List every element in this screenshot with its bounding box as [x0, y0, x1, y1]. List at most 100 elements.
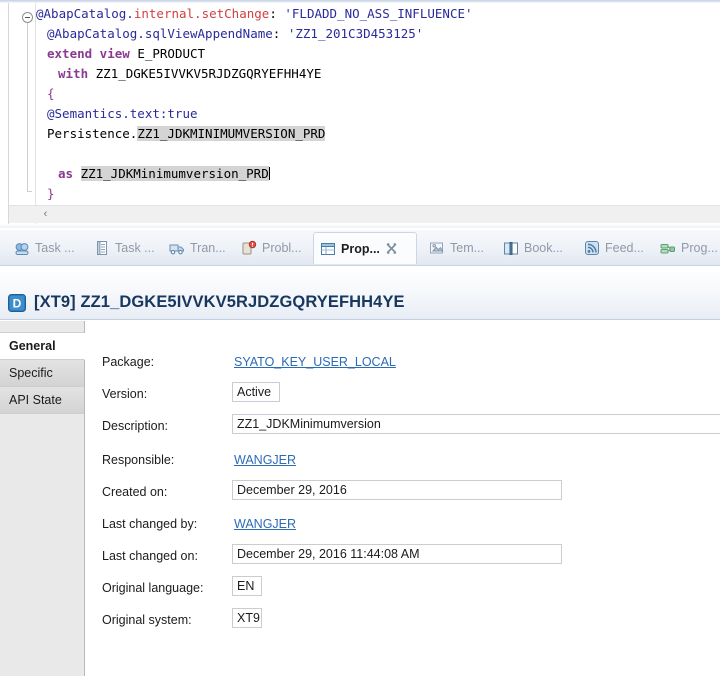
- field-input-value[interactable]: Active: [232, 382, 281, 402]
- code-text[interactable]: @AbapCatalog.internal.setChange: 'FLDADD…: [36, 4, 720, 201]
- form-row: Description: ZZ1_JDKMinimumversion: [85, 413, 720, 443]
- side-tab-label: General: [9, 339, 56, 353]
- fold-collapse-icon[interactable]: [22, 12, 33, 23]
- view-tab-book[interactable]: Book...: [497, 232, 575, 264]
- code-line[interactable]: @AbapCatalog.sqlViewAppendName: 'ZZ1_201…: [36, 24, 720, 44]
- view-tab-label: Probl...: [262, 241, 302, 255]
- task-list-icon: [97, 241, 107, 255]
- properties-table-icon: [321, 242, 335, 255]
- field-input-value[interactable]: December 29, 2016 11:44:08 AM: [232, 544, 562, 564]
- editor-bottom-shadow: [0, 224, 720, 228]
- editor-horizontal-scrollbar[interactable]: ‹: [9, 205, 720, 223]
- side-tab-api-state[interactable]: API State: [0, 387, 84, 414]
- code-token: Persistence.: [47, 126, 138, 141]
- view-tab-tran[interactable]: Tran...: [163, 232, 233, 264]
- field-label-version: Version:: [102, 387, 148, 401]
- fold-range-line: [27, 23, 32, 192]
- templates-icon: [430, 242, 444, 254]
- code-line[interactable]: }: [36, 184, 720, 204]
- side-tab-label: API State: [9, 393, 62, 407]
- form-row: Package: SYATO_KEY_USER_LOCAL: [85, 349, 720, 379]
- side-tab-general[interactable]: General: [0, 333, 85, 360]
- code-token: 'FLDADD_NO_ASS_INFLUENCE': [284, 6, 473, 21]
- code-token: with: [58, 66, 96, 81]
- code-token: :: [269, 6, 285, 21]
- close-icon[interactable]: [385, 242, 398, 255]
- properties-title: [XT9] ZZ1_DGKE5IVVKV5RJDZGQRYEFHH4YE: [34, 293, 405, 312]
- progress-icon: [660, 244, 675, 254]
- field-link-value[interactable]: WANGJER: [234, 517, 296, 531]
- scrollbar-thumb[interactable]: [54, 207, 714, 222]
- form-row: Last changed by: WANGJER: [85, 511, 720, 541]
- view-tab-probl[interactable]: Probl...: [235, 232, 311, 264]
- view-tab-prog[interactable]: Prog...: [654, 232, 720, 264]
- feed-rss-icon: [585, 241, 599, 255]
- code-token: ZZ1_JDKMinimumversion_PRD: [80, 166, 269, 181]
- scroll-left-arrow-icon[interactable]: ‹: [37, 206, 54, 223]
- code-line[interactable]: @Semantics.text:true: [36, 104, 720, 124]
- code-token: ZZ1_JDKMINIMUMVERSION_PRD: [137, 126, 326, 141]
- code-token: @AbapCatalog.: [36, 6, 134, 21]
- code-token: :: [272, 26, 288, 41]
- problems-warning-icon: [242, 240, 257, 255]
- field-link-value[interactable]: WANGJER: [234, 453, 296, 467]
- code-token: {: [47, 86, 55, 101]
- properties-view: D [XT9] ZZ1_DGKE5IVVKV5RJDZGQRYEFHH4YE G…: [0, 266, 720, 676]
- properties-title-system: [XT9]: [34, 293, 76, 311]
- svg-text:D: D: [13, 297, 22, 311]
- field-label-created-on: Created on:: [102, 485, 168, 499]
- view-tab-label: Tem...: [450, 241, 485, 255]
- properties-title-object: ZZ1_DGKE5IVVKV5RJDZGQRYEFHH4YE: [80, 293, 405, 311]
- field-input-value[interactable]: XT9: [232, 608, 262, 628]
- field-label-package: Package:: [102, 355, 155, 369]
- properties-form: Package: SYATO_KEY_USER_LOCAL Version: Acti…: [85, 321, 720, 676]
- view-tab-label: Book...: [524, 241, 563, 255]
- properties-header: D [XT9] ZZ1_DGKE5IVVKV5RJDZGQRYEFHH4YE: [0, 266, 720, 320]
- view-tab-feed[interactable]: Feed...: [578, 232, 652, 264]
- form-row: Version: Active: [85, 381, 720, 411]
- code-line[interactable]: Persistence.ZZ1_JDKMINIMUMVERSION_PRD: [36, 124, 720, 144]
- form-row: Original system: XT9: [85, 607, 720, 637]
- view-tab-task[interactable]: Task ...: [8, 232, 80, 264]
- field-label-responsible: Responsible:: [102, 453, 175, 467]
- view-tab-label: Tran...: [190, 241, 226, 255]
- task-repositories-icon: [15, 243, 29, 255]
- form-row: Original language: EN: [85, 575, 720, 605]
- field-link-value[interactable]: SYATO_KEY_USER_LOCAL: [234, 355, 396, 369]
- code-editor[interactable]: @AbapCatalog.internal.setChange: 'FLDADD…: [0, 0, 720, 228]
- view-tab-label: Task ...: [115, 241, 155, 255]
- code-token: ZZ1_DGKE5IVVKV5RJDZGQRYEFHH4YE: [95, 66, 322, 81]
- ddl-source-icon: D: [8, 294, 26, 312]
- side-tabs-top-spacer: [0, 321, 84, 333]
- bookmarks-book-icon: [504, 242, 518, 255]
- code-line[interactable]: as ZZ1_JDKMinimumversion_PRD: [36, 164, 720, 184]
- view-tab-tem[interactable]: Tem...: [423, 232, 495, 264]
- side-tab-label: Specific: [9, 366, 53, 380]
- field-label-description: Description:: [102, 419, 168, 433]
- properties-side-tabs[interactable]: General Specific API State: [0, 321, 85, 676]
- editor-folding-gutter[interactable]: [9, 3, 36, 228]
- field-input-value[interactable]: EN: [232, 576, 262, 596]
- field-input-value[interactable]: ZZ1_JDKMinimumversion: [232, 414, 720, 434]
- code-line[interactable]: extend view E_PRODUCT: [36, 44, 720, 64]
- view-tab-task[interactable]: Task ...: [88, 232, 160, 264]
- field-label-original-language: Original language:: [102, 581, 204, 595]
- field-label-last-changed-by: Last changed by:: [102, 517, 198, 531]
- code-token: @AbapCatalog.sqlViewAppendName: [47, 26, 273, 41]
- code-token: @Semantics.text:true: [47, 106, 198, 121]
- field-label-original-system: Original system:: [102, 613, 192, 627]
- code-line[interactable]: @AbapCatalog.internal.setChange: 'FLDADD…: [36, 4, 720, 24]
- view-tab-label: Feed...: [605, 241, 644, 255]
- code-line[interactable]: {: [36, 84, 720, 104]
- side-tab-specific[interactable]: Specific: [0, 360, 84, 387]
- view-tab-label: Prop...: [341, 241, 380, 256]
- code-line[interactable]: with ZZ1_DGKE5IVVKV5RJDZGQRYEFHH4YE: [36, 64, 720, 84]
- form-row: Responsible: WANGJER: [85, 447, 720, 477]
- field-input-value[interactable]: December 29, 2016: [232, 480, 562, 500]
- code-token: 'ZZ1_201C3D453125': [287, 26, 424, 41]
- code-token: extend view: [47, 46, 138, 61]
- view-tab-prop[interactable]: Prop...: [313, 232, 417, 264]
- view-tab-bar[interactable]: Task ... Task ... Tran... Probl... Prop... Te…: [0, 230, 720, 266]
- code-line[interactable]: [36, 144, 720, 164]
- view-tab-label: Prog...: [681, 241, 718, 255]
